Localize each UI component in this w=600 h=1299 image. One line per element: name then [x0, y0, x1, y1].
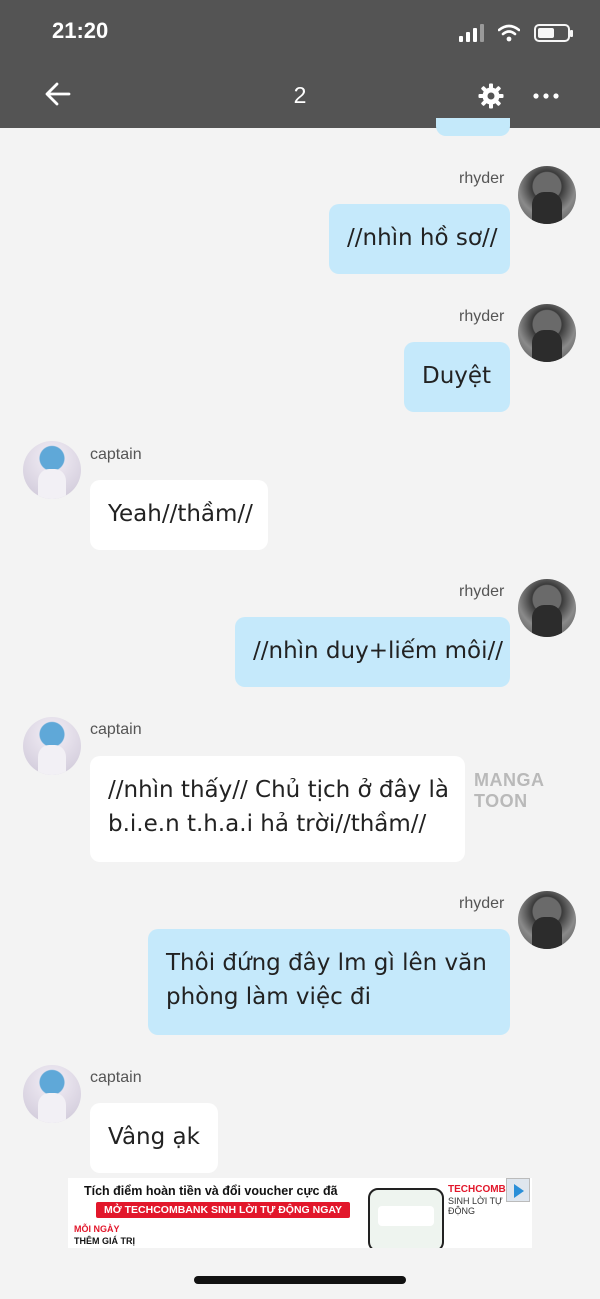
- home-indicator[interactable]: [194, 1276, 406, 1284]
- avatar[interactable]: [23, 1065, 81, 1123]
- avatar[interactable]: [518, 891, 576, 949]
- message-bubble[interactable]: Thôi đứng đây lm gì lên văn phòng làm vi…: [148, 929, 510, 1035]
- status-time: 21:20: [52, 18, 109, 43]
- message-line: b.i.e.n t.h.a.i hả trời//thầm//: [108, 811, 427, 837]
- avatar[interactable]: [518, 304, 576, 362]
- header-bar: 21:20 2: [0, 0, 600, 128]
- ad-subtext: THÊM GIÁ TRỊ: [74, 1236, 135, 1246]
- message-bubble[interactable]: //nhìn thấy// Chủ tịch ở đây là b.i.e.n …: [90, 756, 465, 862]
- ad-banner[interactable]: Tích điểm hoàn tiền và đổi voucher cực đ…: [68, 1178, 532, 1248]
- message-bubble[interactable]: //nhìn hồ sơ//: [329, 204, 510, 274]
- sender-name: captain: [90, 1069, 142, 1086]
- ad-cta-button[interactable]: MỞ TECHCOMBANK SINH LỜI TỰ ĐỘNG NGAY: [96, 1202, 350, 1218]
- message-line: phòng làm việc đi: [166, 984, 372, 1010]
- message-bubble[interactable]: Duyệt: [404, 342, 510, 412]
- avatar[interactable]: [518, 579, 576, 637]
- previous-bubble-fragment: [436, 118, 510, 136]
- sender-name: captain: [90, 721, 142, 738]
- message-bubble[interactable]: //nhìn duy+liếm môi//: [235, 617, 510, 687]
- cellular-signal-icon: [459, 24, 484, 42]
- more-horizontal-icon[interactable]: [530, 84, 562, 108]
- message-line: //nhìn thấy// Chủ tịch ở đây là: [108, 777, 449, 803]
- avatar[interactable]: [23, 441, 81, 499]
- message-bubble[interactable]: Yeah//thầm//: [90, 480, 268, 550]
- avatar[interactable]: [518, 166, 576, 224]
- message-bubble[interactable]: Vâng ạk: [90, 1103, 218, 1173]
- watermark: MANGA TOON: [474, 770, 544, 811]
- sender-name: rhyder: [459, 308, 505, 325]
- status-icons: [459, 20, 573, 46]
- sender-name: rhyder: [459, 170, 505, 187]
- gear-icon[interactable]: [478, 83, 504, 109]
- avatar[interactable]: [23, 717, 81, 775]
- ad-choices-icon[interactable]: [506, 1178, 530, 1202]
- sender-name: captain: [90, 446, 142, 463]
- sender-name: rhyder: [459, 895, 505, 912]
- ad-subtext: MỖI NGÀY: [74, 1224, 120, 1234]
- chat-title: 2: [293, 82, 307, 108]
- battery-icon: [534, 24, 573, 42]
- sender-name: rhyder: [459, 583, 505, 600]
- wifi-icon: [498, 24, 520, 42]
- ad-phone-image: [368, 1188, 444, 1248]
- ad-headline: Tích điểm hoàn tiền và đổi voucher cực đ…: [84, 1184, 338, 1198]
- message-line: Thôi đứng đây lm gì lên văn: [166, 950, 487, 976]
